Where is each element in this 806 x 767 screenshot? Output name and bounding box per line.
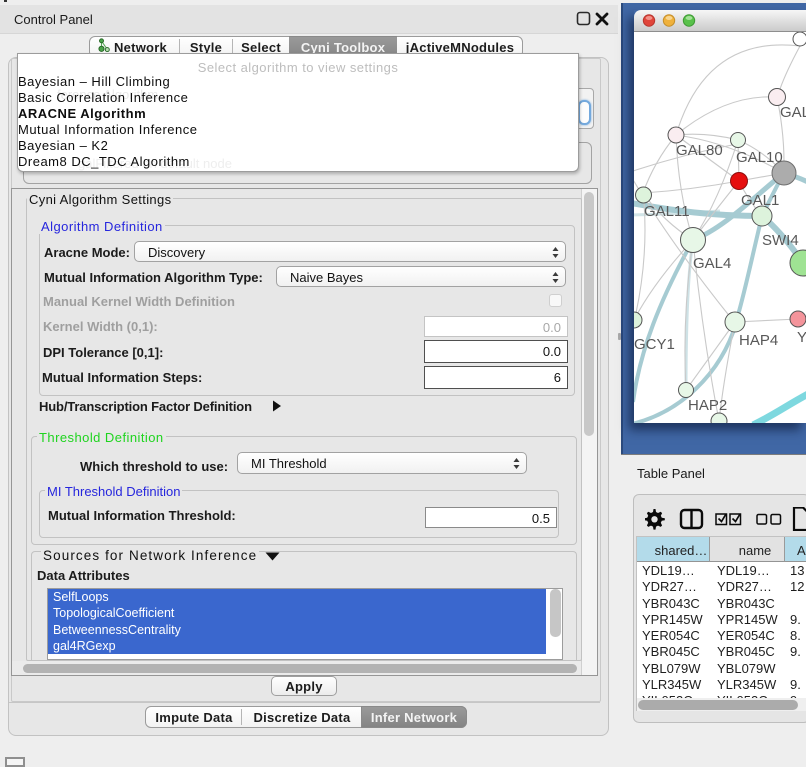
svg-text:GCY1: GCY1	[634, 336, 675, 353]
svg-text:GAL1: GAL1	[741, 192, 779, 209]
svg-text:SWI4: SWI4	[762, 232, 799, 249]
svg-text:GAL7: GAL7	[780, 104, 806, 121]
svg-text:GAL10: GAL10	[736, 149, 783, 166]
svg-text:Y: Y	[797, 329, 806, 346]
svg-text:GAL4: GAL4	[693, 255, 731, 272]
svg-text:HAP2: HAP2	[688, 397, 727, 414]
svg-text:GAL80: GAL80	[676, 142, 723, 159]
svg-text:GAL11: GAL11	[644, 203, 690, 220]
svg-text:HAP4: HAP4	[739, 332, 778, 349]
